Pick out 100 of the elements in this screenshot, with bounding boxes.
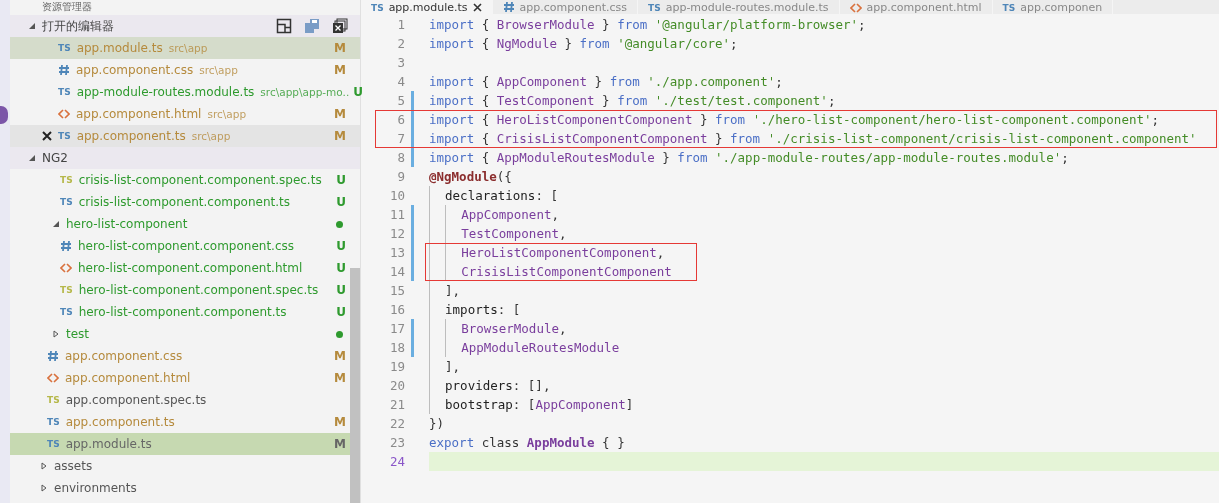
code-line: CrisisListComponentComponent xyxy=(429,262,672,281)
file-name: test xyxy=(66,327,90,341)
open-editor-item[interactable]: app.component.css src\app M xyxy=(10,59,360,81)
file-path: src\app xyxy=(191,130,231,142)
split-layout-icon xyxy=(276,18,292,34)
file-item[interactable]: hero-list-component.component.css U xyxy=(10,235,350,257)
hash-icon xyxy=(60,240,72,252)
tab-label: app.component.css xyxy=(519,1,628,14)
line-number: 2 xyxy=(397,35,406,53)
angle-brackets-icon xyxy=(58,109,70,119)
code-line: import { TestComponent } from './test/test.component'; xyxy=(429,92,836,110)
line-number: 1 xyxy=(397,16,406,34)
file-name: app.component.ts xyxy=(65,415,175,429)
git-status: U xyxy=(335,261,346,275)
code-line: }) xyxy=(429,415,445,433)
folder-item[interactable]: hero-list-component xyxy=(10,213,350,235)
git-status: M xyxy=(333,437,346,451)
line-number: 20 xyxy=(389,377,406,395)
line-number: 14 xyxy=(389,263,406,281)
file-path: src\app xyxy=(168,42,208,54)
open-editor-item[interactable]: app.component.html src\app M xyxy=(10,103,360,125)
code-line: import { NgModule } from '@angular/core'; xyxy=(429,35,738,53)
section-title: NG2 xyxy=(42,151,69,165)
typescript-file-icon: TS xyxy=(47,417,60,427)
tab-label: app.module.ts xyxy=(388,1,468,14)
open-editor-item[interactable]: TS app.component.ts src\app M xyxy=(10,125,360,147)
line-number: 7 xyxy=(397,130,406,148)
angle-brackets-icon xyxy=(47,373,59,383)
typescript-file-icon: TS xyxy=(58,43,71,53)
git-status: U xyxy=(335,173,346,187)
line-number: 9 xyxy=(397,168,406,186)
file-item[interactable]: TS app.module.ts M xyxy=(10,433,350,455)
file-name: hero-list-component xyxy=(66,217,188,231)
typescript-file-icon: TS xyxy=(648,3,661,13)
typescript-file-icon: TS xyxy=(60,285,73,295)
editor-tab[interactable]: TS app.module.ts xyxy=(361,0,493,14)
code-line: import { HeroListComponentComponent } from './hero-list-component/hero-list-component.component'; xyxy=(429,111,1159,129)
typescript-file-icon: TS xyxy=(58,87,71,97)
code-line: AppModuleRoutesModule xyxy=(429,338,620,357)
open-editor-item[interactable]: TS app.module.ts src\app M xyxy=(10,37,360,59)
folder-item[interactable]: test xyxy=(10,323,350,345)
code-line: import { AppModuleRoutesModule } from './app-module-routes/app-module-routes.module'; xyxy=(429,149,1069,167)
file-name: hero-list-component.component.html xyxy=(78,261,303,275)
typescript-file-icon: TS xyxy=(47,439,60,449)
code-line: AppComponent, xyxy=(429,205,559,224)
line-number: 22 xyxy=(389,415,406,433)
save-all-icon xyxy=(304,18,320,34)
file-name: assets xyxy=(54,459,93,473)
git-status: U xyxy=(335,305,346,319)
file-name: app.component.html xyxy=(65,371,191,385)
line-number: 8 xyxy=(397,149,406,167)
line-number: 3 xyxy=(397,54,406,72)
line-number: 4 xyxy=(397,73,406,91)
code-line: ], xyxy=(429,357,461,376)
scrollbar-thumb[interactable] xyxy=(350,268,360,503)
file-name: hero-list-component.component.spec.ts xyxy=(78,283,319,297)
file-item[interactable]: hero-list-component.component.html U xyxy=(10,257,350,279)
line-number: 18 xyxy=(389,339,406,357)
sidebar-title: 资源管理器 xyxy=(41,0,93,14)
folder-item[interactable]: environments xyxy=(10,477,350,499)
close-icon xyxy=(42,131,52,141)
typescript-file-icon: TS xyxy=(60,175,73,185)
file-path: src\app xyxy=(207,108,247,120)
file-item[interactable]: TS app.component.ts M xyxy=(10,411,350,433)
file-name: hero-list-component.component.ts xyxy=(78,305,287,319)
git-status: M xyxy=(333,107,346,121)
section-title: 打开的编辑器 xyxy=(42,17,115,35)
open-editor-item[interactable]: TS app-module-routes.module.ts src\app\app-mo.. U xyxy=(10,81,360,103)
angle-brackets-icon xyxy=(60,263,72,273)
section-header[interactable]: NG2 xyxy=(10,147,360,169)
file-item[interactable]: TS crisis-list-component.component.spec.ts U xyxy=(10,169,350,191)
file-item[interactable]: TS hero-list-component.component.spec.ts U xyxy=(10,279,350,301)
git-status: U xyxy=(352,85,363,99)
code-line: @NgModule({ xyxy=(429,168,512,186)
file-item[interactable]: TS hero-list-component.component.ts U xyxy=(10,301,350,323)
expanded-arrow-icon xyxy=(52,220,60,228)
typescript-file-icon: TS xyxy=(47,395,60,405)
line-number: 5 xyxy=(397,92,406,110)
line-number: 21 xyxy=(389,396,406,414)
code-line: TestComponent, xyxy=(429,224,567,243)
git-status: U xyxy=(335,283,346,297)
tab-label: app-module-routes.module.ts xyxy=(665,1,829,14)
file-item[interactable]: TS crisis-list-component.component.ts U xyxy=(10,191,350,213)
code-line: declarations: [ xyxy=(429,186,558,205)
line-number: 19 xyxy=(389,358,406,376)
code-line: providers: [], xyxy=(429,376,551,395)
git-status: U xyxy=(335,195,346,209)
hash-icon xyxy=(502,1,515,13)
git-status: M xyxy=(333,63,346,77)
folder-item[interactable]: assets xyxy=(10,455,350,477)
file-name: app-module-routes.module.ts xyxy=(76,85,255,99)
code-line: import { AppComponent } from './app.component'; xyxy=(429,73,783,91)
typescript-file-icon: TS xyxy=(371,3,384,13)
file-item[interactable]: app.component.css M xyxy=(10,345,350,367)
line-number: 10 xyxy=(389,187,406,205)
code-line: bootstrap: [AppComponent] xyxy=(429,395,634,414)
file-item[interactable]: TS app.component.spec.ts xyxy=(10,389,350,411)
file-item[interactable]: app.component.html M xyxy=(10,367,350,389)
git-status: M xyxy=(333,415,346,429)
section-header[interactable]: 打开的编辑器 xyxy=(10,15,360,37)
